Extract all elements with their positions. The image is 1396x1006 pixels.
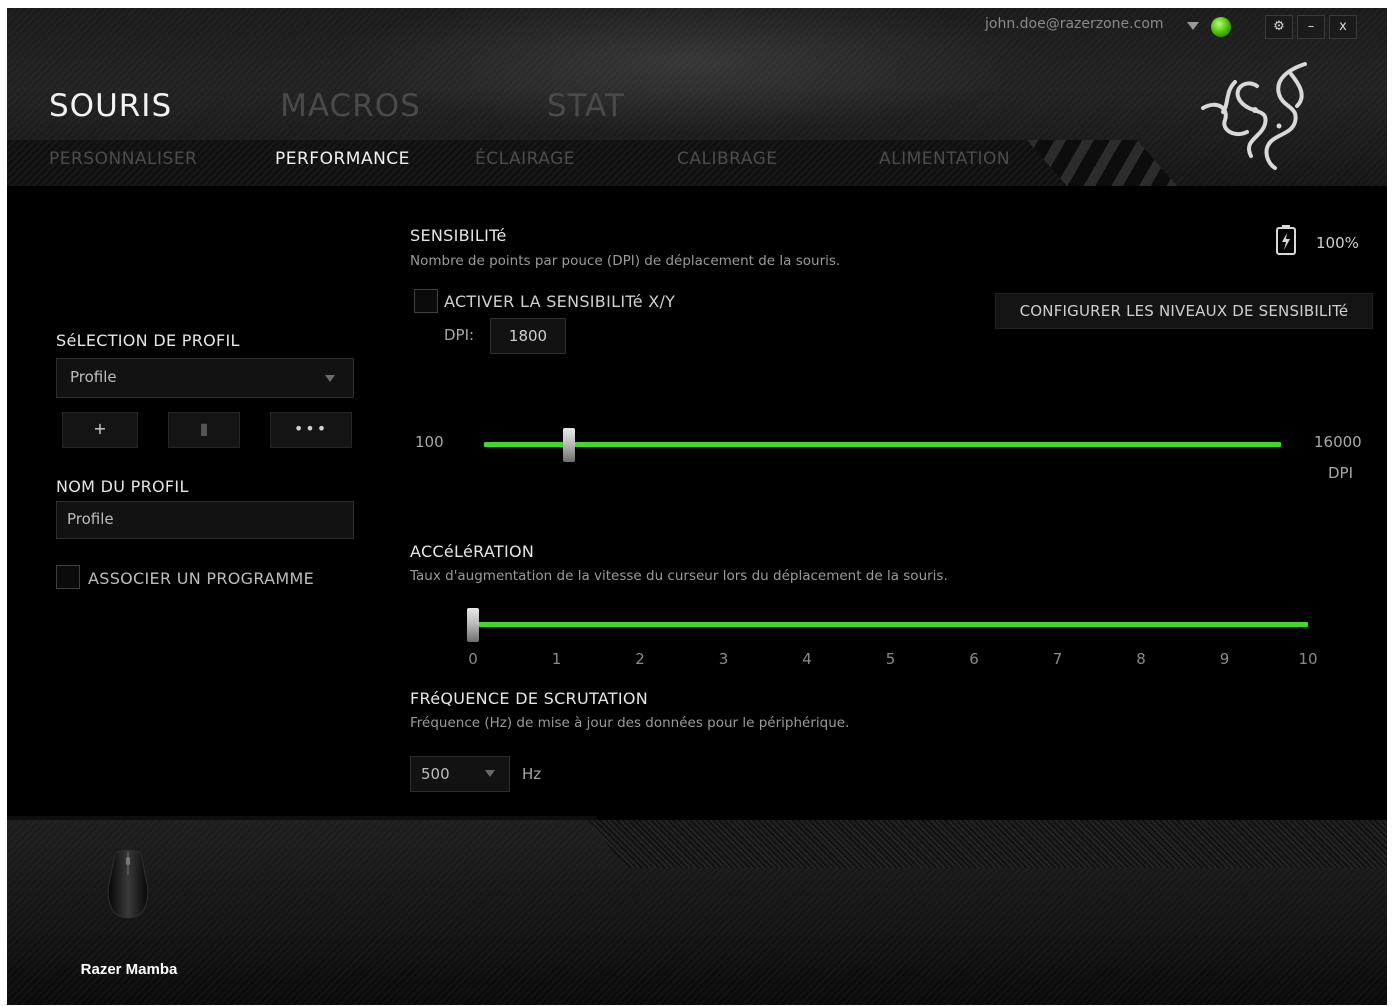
dpi-slider-track[interactable] — [484, 442, 1281, 447]
subtab-eclairage[interactable]: ÉCLAIRAGE — [475, 149, 575, 169]
polling-rate-dropdown[interactable]: 500 — [410, 756, 510, 792]
dpi-max-label: 16000 — [1314, 433, 1362, 451]
settings-button[interactable]: ⚙ — [1265, 15, 1293, 39]
polling-rate-unit: Hz — [522, 765, 542, 783]
dpi-unit-label: DPI — [1328, 464, 1354, 482]
profile-name-title: NOM DU PROFIL — [56, 477, 189, 496]
main-tabs: SOURIS MACROS STAT — [49, 88, 725, 124]
profile-dropdown[interactable]: Profile — [56, 358, 354, 398]
profile-dropdown-value: Profile — [70, 368, 117, 386]
acceleration-tick-label: 10 — [1298, 650, 1318, 668]
profile-name-input[interactable]: Profile — [56, 501, 354, 539]
acceleration-tick-label: 7 — [1052, 650, 1063, 668]
online-status-icon — [1211, 17, 1231, 37]
profile-name-value: Profile — [67, 510, 114, 528]
battery-level: 100% — [1316, 234, 1359, 252]
dpi-slider-thumb[interactable] — [563, 428, 576, 462]
acceleration-title: ACCéLéRATION — [410, 542, 535, 561]
acceleration-slider-track[interactable] — [473, 622, 1308, 627]
associate-program-label: ASSOCIER UN PROGRAMME — [88, 569, 315, 588]
more-options-button[interactable]: ••• — [270, 412, 352, 448]
battery-icon — [1275, 224, 1297, 260]
xy-sensitivity-label: ACTIVER LA SENSIBILITé X/Y — [444, 292, 676, 311]
razer-mamba-device-icon[interactable] — [103, 848, 153, 924]
subtab-calibrage[interactable]: CALIBRAGE — [677, 149, 778, 169]
acceleration-tick-label: 9 — [1219, 650, 1230, 668]
acceleration-tick-label: 3 — [718, 650, 729, 668]
tab-stat[interactable]: STAT — [547, 88, 625, 124]
delete-profile-button[interactable]: ▮ — [168, 412, 240, 448]
acceleration-slider-thumb[interactable] — [467, 608, 479, 642]
device-name[interactable]: Razer Mamba — [69, 961, 189, 978]
acceleration-tick-label: 1 — [551, 650, 562, 668]
acceleration-tick-label: 8 — [1136, 650, 1146, 668]
polling-rate-value: 500 — [421, 765, 450, 783]
account-email[interactable]: john.doe@razerzone.com — [985, 16, 1164, 32]
acceleration-tick-label: 4 — [802, 650, 812, 668]
polling-rate-description: Fréquence (Hz) de mise à jour des donnée… — [410, 715, 850, 731]
razer-synapse-window: SOURIS MACROS STAT PERSONNALISER PERFORM… — [7, 8, 1387, 1005]
acceleration-tick-label: 5 — [885, 650, 896, 668]
xy-sensitivity-checkbox[interactable] — [414, 289, 438, 313]
chevron-down-icon — [485, 770, 495, 777]
close-button[interactable]: x — [1329, 15, 1357, 39]
polling-rate-title: FRéQUENCE DE SCRUTATION — [410, 689, 649, 708]
sensitivity-title: SENSIBILITé — [410, 226, 507, 245]
dpi-min-label: 100 — [415, 433, 444, 451]
tab-macros[interactable]: MACROS — [280, 88, 421, 124]
acceleration-tick-label: 0 — [468, 650, 478, 668]
subtab-personnaliser[interactable]: PERSONNALISER — [49, 149, 197, 169]
minimize-button[interactable]: – — [1297, 15, 1325, 39]
acceleration-tick-label: 6 — [969, 650, 979, 668]
associate-program-checkbox[interactable] — [56, 565, 80, 589]
configure-sensitivity-stages-button[interactable]: CONFIGURER LES NIVEAUX DE SENSIBILITé — [995, 293, 1373, 329]
chevron-down-icon — [325, 375, 335, 382]
acceleration-tick-label: 2 — [635, 650, 645, 668]
footer-strip — [587, 820, 1387, 868]
razer-logo-icon — [1195, 56, 1315, 178]
sensitivity-description: Nombre de points par pouce (DPI) de dépl… — [410, 253, 841, 269]
subtab-alimentation[interactable]: ALIMENTATION — [879, 149, 1010, 169]
subtab-performance[interactable]: PERFORMANCE — [275, 149, 410, 169]
dpi-input[interactable]: 1800 — [490, 318, 566, 354]
add-profile-button[interactable]: + — [62, 412, 138, 448]
acceleration-description: Taux d'augmentation de la vitesse du cur… — [410, 568, 948, 584]
profile-selection-title: SéLECTION DE PROFIL — [56, 331, 240, 350]
dpi-label: DPI: — [444, 326, 475, 344]
account-dropdown-icon[interactable] — [1187, 22, 1199, 30]
tab-souris[interactable]: SOURIS — [49, 88, 172, 124]
